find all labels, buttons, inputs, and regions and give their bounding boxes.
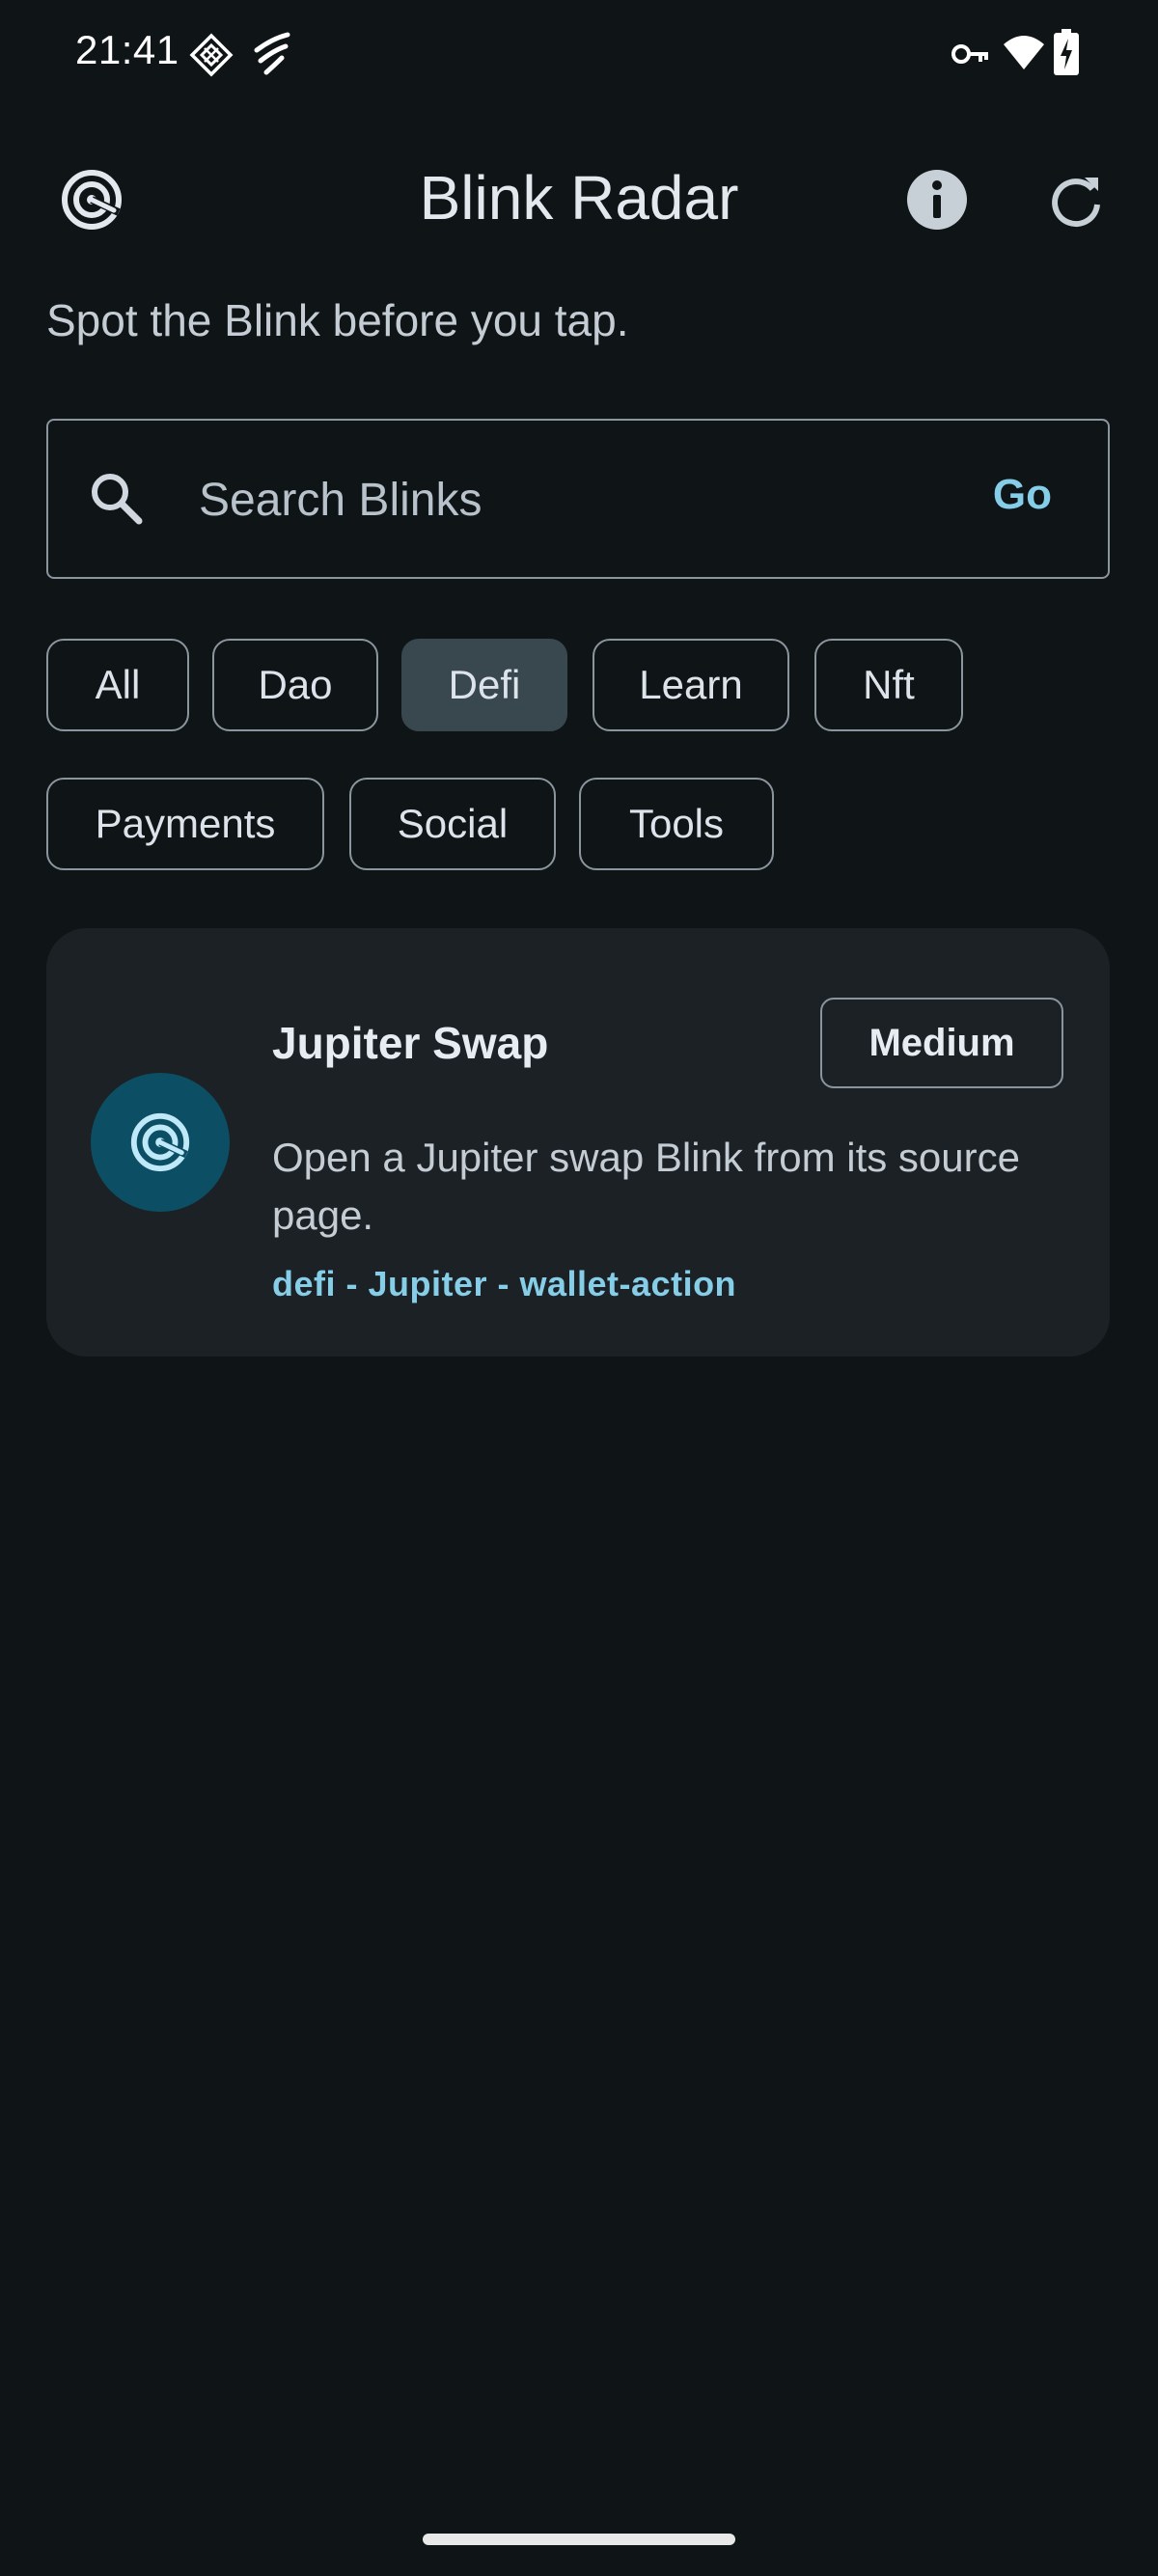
status-bar: 21:41 [0, 0, 1158, 106]
battery-charging-icon [1054, 29, 1079, 75]
wifi-icon [1004, 36, 1044, 69]
chip-learn[interactable]: Learn [593, 639, 789, 731]
chip-nft[interactable]: Nft [814, 639, 963, 731]
search-bar[interactable]: Go [46, 419, 1110, 579]
card-title: Jupiter Swap [272, 1018, 549, 1068]
risk-badge: Medium [820, 998, 1063, 1088]
search-icon [92, 474, 143, 525]
home-indicator[interactable] [423, 2534, 735, 2545]
refresh-icon[interactable] [1042, 166, 1110, 233]
page-title: Blink Radar [419, 163, 739, 233]
chip-dao[interactable]: Dao [212, 639, 378, 731]
key-icon [951, 44, 988, 64]
chip-tools[interactable]: Tools [579, 778, 774, 870]
status-time: 21:41 [75, 27, 179, 72]
chip-social[interactable]: Social [349, 778, 556, 870]
info-icon[interactable] [903, 166, 971, 233]
blink-result-card[interactable]: Jupiter Swap Medium Open a Jupiter swap … [46, 928, 1110, 1357]
card-avatar [91, 1073, 230, 1212]
card-tags: defi - Jupiter - wallet-action [272, 1264, 737, 1303]
vpn-diamond-icon [189, 33, 234, 77]
card-description: Open a Jupiter swap Blink from its sourc… [272, 1135, 1020, 1238]
search-go-button[interactable]: Go [993, 471, 1052, 519]
chip-all[interactable]: All [46, 639, 189, 731]
radar-icon [130, 1112, 190, 1172]
chip-defi[interactable]: Defi [401, 639, 567, 731]
signal-bolt-icon [254, 32, 290, 75]
app-subtitle: Spot the Blink before you tap. [46, 295, 629, 345]
search-input[interactable] [199, 459, 971, 540]
chip-payments[interactable]: Payments [46, 778, 324, 870]
app-bar: Blink Radar [0, 145, 1158, 251]
